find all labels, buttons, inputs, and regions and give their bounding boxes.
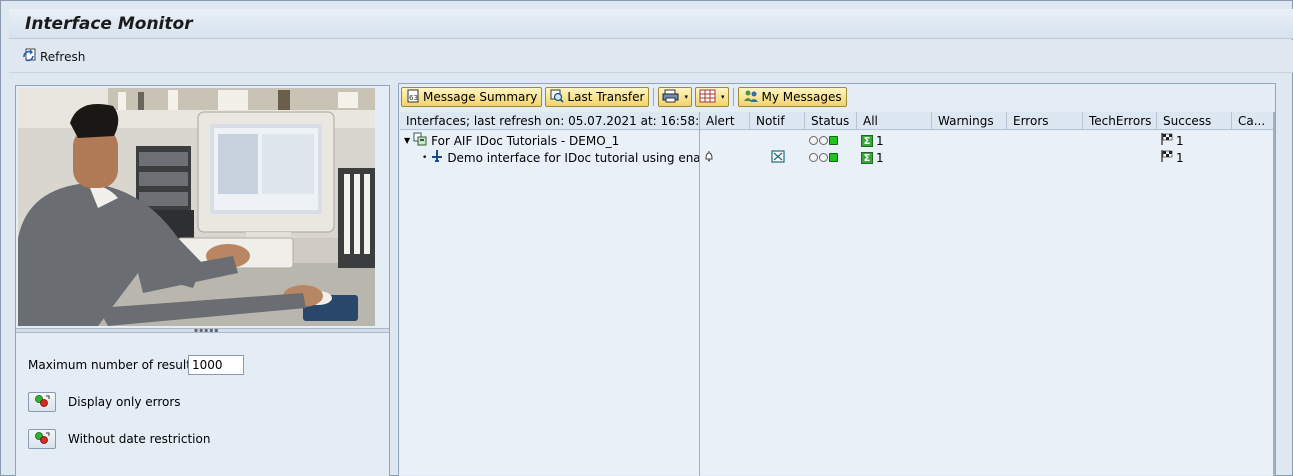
my-messages-button[interactable]: My Messages (737, 87, 847, 107)
max-results-label: Maximum number of results (28, 358, 198, 372)
checkered-flag-icon (1161, 133, 1173, 148)
office-worker-image (18, 88, 375, 326)
toolbar-separator (732, 88, 734, 106)
grid-body: ▼ For AIF IDoc Tutorials - DEMO_1 Σ 1 1 … (400, 131, 1274, 475)
table-row[interactable]: ▼ For AIF IDoc Tutorials - DEMO_1 Σ 1 1 (400, 132, 1274, 149)
table-row[interactable]: • Demo interface for IDoc tutorial using… (400, 149, 1274, 166)
column-alert[interactable]: Alert (700, 112, 750, 130)
tree-column-divider[interactable] (699, 112, 700, 476)
grid-header: Interfaces; last refresh on: 05.07.2021 … (400, 112, 1274, 130)
column-errors[interactable]: Errors (1007, 112, 1083, 130)
row-name: For AIF IDoc Tutorials - DEMO_1 (431, 133, 620, 148)
column-success[interactable]: Success (1157, 112, 1232, 130)
refresh-label: Refresh (40, 50, 86, 64)
filter-traffic-icon (33, 431, 51, 448)
column-interfaces[interactable]: Interfaces; last refresh on: 05.07.2021 … (400, 112, 700, 130)
notification-icon[interactable] (770, 149, 785, 166)
max-results-input[interactable] (188, 355, 244, 375)
interface-icon (430, 149, 444, 166)
magnifier-icon (550, 89, 564, 106)
column-all[interactable]: All (857, 112, 932, 130)
all-count[interactable]: 1 (876, 151, 884, 165)
grid-right-border (1273, 112, 1275, 476)
page-title: Interface Monitor (25, 14, 193, 34)
traffic-light-icon (809, 136, 838, 145)
users-icon (743, 89, 759, 106)
success-count[interactable]: 1 (1176, 151, 1184, 165)
display-only-errors-button[interactable] (28, 392, 56, 412)
expand-triangle-icon[interactable]: ▼ (404, 136, 410, 145)
sigma-icon: Σ (861, 151, 873, 164)
svg-text:63: 63 (409, 94, 418, 102)
alert-bell-icon[interactable] (704, 150, 714, 165)
toolbar-separator (653, 88, 655, 106)
print-button[interactable]: ▾ (658, 87, 692, 107)
application-toolbar: Refresh (9, 40, 1293, 73)
grid-toolbar: 63 Message Summary Last Transfer ▾ ▾ My … (401, 87, 847, 107)
column-notif[interactable]: Notif (750, 112, 805, 130)
row-name: Demo interface for IDoc tutorial using e… (447, 150, 700, 165)
summary-icon: 63 (406, 89, 420, 106)
bullet-icon: • (422, 152, 428, 163)
column-techerrors[interactable]: TechErrors (1083, 112, 1157, 130)
namespace-icon (413, 132, 428, 149)
pane-splitter[interactable]: ▪▪▪▪▪ (16, 328, 389, 334)
chevron-down-icon: ▾ (684, 93, 688, 101)
title-bar: Interface Monitor (9, 9, 1293, 39)
last-transfer-label: Last Transfer (567, 90, 645, 104)
last-transfer-button[interactable]: Last Transfer (545, 87, 650, 107)
my-messages-label: My Messages (761, 90, 842, 104)
layout-button[interactable]: ▾ (694, 87, 729, 107)
sigma-icon: Σ (861, 134, 873, 147)
selection-pane: ▪▪▪▪▪ Maximum number of results Display … (15, 85, 390, 476)
interface-grid-pane: 63 Message Summary Last Transfer ▾ ▾ My … (398, 83, 1276, 476)
success-count[interactable]: 1 (1176, 134, 1184, 148)
printer-icon (662, 89, 680, 106)
message-summary-label: Message Summary (423, 90, 538, 104)
chevron-down-icon: ▾ (720, 93, 725, 101)
without-date-restriction-label: Without date restriction (68, 432, 211, 446)
sap-window: Interface Monitor Refresh ▪▪▪▪▪ Maximum … (0, 0, 1293, 476)
column-status[interactable]: Status (805, 112, 857, 130)
refresh-icon (22, 48, 37, 66)
checkered-flag-icon (1161, 150, 1173, 165)
refresh-button[interactable]: Refresh (22, 48, 85, 66)
display-only-errors-label: Display only errors (68, 395, 181, 409)
message-summary-button[interactable]: 63 Message Summary (401, 87, 543, 107)
column-canceled[interactable]: Ca... (1232, 112, 1274, 130)
column-warnings[interactable]: Warnings (932, 112, 1007, 130)
traffic-light-icon (809, 153, 838, 162)
all-count[interactable]: 1 (876, 134, 884, 148)
selection-options: Maximum number of results Display only e… (18, 336, 387, 476)
without-date-restriction-button[interactable] (28, 429, 56, 449)
table-layout-icon (699, 89, 717, 106)
filter-traffic-icon (33, 394, 51, 411)
